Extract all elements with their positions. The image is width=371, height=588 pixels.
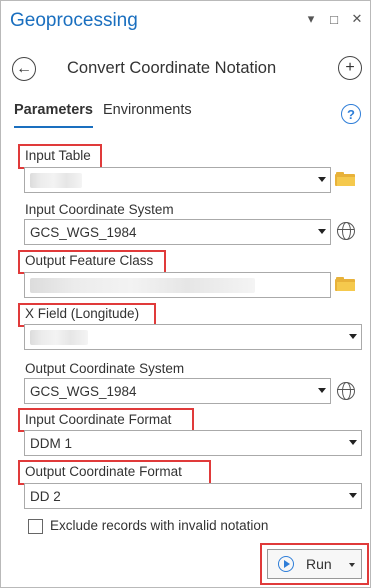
output-coord-system-value: GCS_WGS_1984 — [30, 383, 137, 399]
globe-icon[interactable] — [337, 222, 355, 240]
pane-titlebar: Geoprocessing ▾ □ ✕ — [1, 1, 371, 43]
dropdown-caret-icon — [349, 440, 357, 445]
input-coord-format-value: DDM 1 — [30, 435, 73, 451]
output-feature-class-label: Output Feature Class — [25, 253, 154, 268]
output-coord-format-combo[interactable]: DD 2 — [24, 483, 362, 509]
input-table-label: Input Table — [25, 148, 91, 163]
add-plus-icon[interactable]: + — [338, 56, 362, 80]
dropdown-caret-icon — [318, 388, 326, 393]
browse-folder-icon[interactable] — [335, 277, 355, 291]
output-coord-system-combo[interactable]: GCS_WGS_1984 — [24, 378, 331, 404]
tool-tabs: Parameters Environments — [14, 102, 192, 128]
input-coord-system-combo[interactable]: GCS_WGS_1984 — [24, 219, 331, 245]
exclude-invalid-label: Exclude records with invalid notation — [50, 518, 269, 533]
help-icon[interactable]: ? — [341, 104, 361, 124]
x-field-label: X Field (Longitude) — [25, 306, 140, 321]
run-dropdown-caret-icon[interactable] — [349, 563, 355, 567]
redacted-value — [30, 277, 255, 293]
window-controls: ▾ □ ✕ — [304, 11, 364, 27]
dropdown-caret-icon — [318, 177, 326, 182]
browse-folder-icon[interactable] — [335, 172, 355, 186]
run-label: Run — [306, 556, 332, 572]
tool-header: ← Convert Coordinate Notation + — [1, 51, 371, 87]
output-coord-format-value: DD 2 — [30, 488, 61, 504]
dropdown-caret-icon — [349, 493, 357, 498]
output-coord-system-label: Output Coordinate System — [25, 361, 185, 376]
output-feature-class-field[interactable] — [24, 272, 331, 298]
input-table-combo[interactable] — [24, 167, 331, 193]
tab-environments[interactable]: Environments — [103, 102, 192, 128]
input-coord-format-label: Input Coordinate Format — [25, 412, 172, 427]
input-coord-format-combo[interactable]: DDM 1 — [24, 430, 362, 456]
redacted-value — [30, 172, 82, 188]
geoprocessing-pane: Geoprocessing ▾ □ ✕ ← Convert Coordinate… — [0, 0, 371, 588]
tool-title: Convert Coordinate Notation — [67, 59, 277, 77]
pane-title: Geoprocessing — [10, 10, 138, 31]
dropdown-caret-icon — [318, 229, 326, 234]
input-coord-system-label: Input Coordinate System — [25, 202, 174, 217]
run-button[interactable]: Run — [267, 549, 362, 579]
chevron-down-icon[interactable]: ▾ — [304, 11, 318, 27]
x-field-combo[interactable] — [24, 324, 362, 350]
exclude-invalid-checkbox[interactable] — [28, 519, 43, 534]
back-arrow-icon[interactable]: ← — [12, 57, 36, 81]
output-coord-format-label: Output Coordinate Format — [25, 464, 182, 479]
globe-icon[interactable] — [337, 382, 355, 400]
redacted-value — [30, 329, 88, 345]
input-coord-system-value: GCS_WGS_1984 — [30, 224, 137, 240]
tab-parameters[interactable]: Parameters — [14, 102, 93, 128]
restore-icon[interactable]: □ — [327, 11, 341, 27]
dropdown-caret-icon — [349, 334, 357, 339]
close-icon[interactable]: ✕ — [350, 11, 364, 27]
play-icon — [278, 556, 294, 572]
